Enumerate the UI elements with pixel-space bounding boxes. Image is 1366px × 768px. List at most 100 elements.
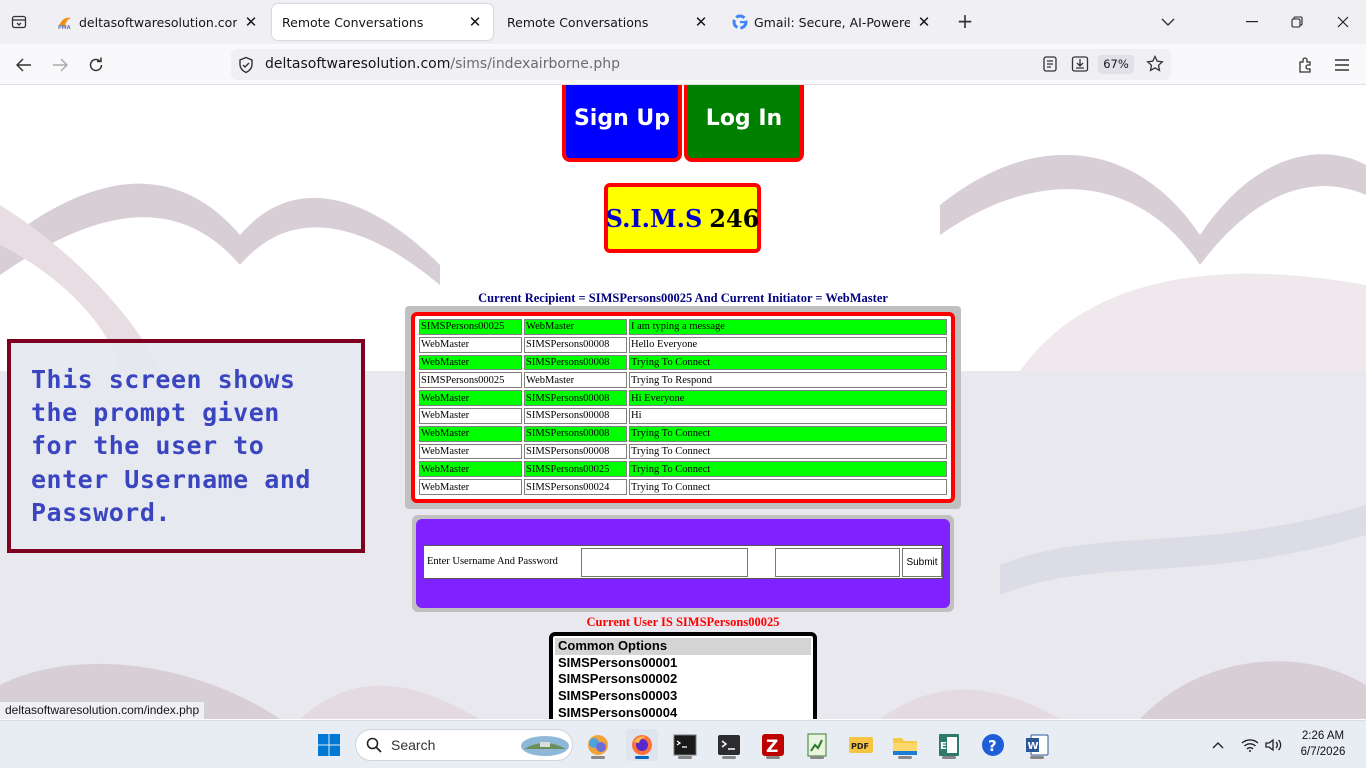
address-bar[interactable]: deltasoftwaresolution.com/sims/indexairb… [231,49,1171,80]
new-tab-plus-icon[interactable]: + [953,10,977,34]
message-row: SIMSPersons00025 WebMaster I am typing a m… [419,319,947,335]
close-icon[interactable]: ✕ [467,14,483,30]
message-text-cell: Trying To Connect [629,425,947,442]
message-row: WebMaster SIMSPersons00024 Trying To Conne… [419,479,947,495]
svg-text:W: W [1028,741,1039,752]
sign-up-button[interactable]: Sign Up [562,85,682,162]
option-item[interactable]: SIMSPersons00002 [555,671,811,688]
running-indicator [1030,756,1044,759]
option-item[interactable]: SIMSPersons00003 [555,688,811,705]
spreadsheet-app-icon[interactable] [801,729,833,761]
file-explorer-icon[interactable] [889,729,921,761]
tab-remote-conversations-active[interactable]: Remote Conversations ✕ [272,4,493,40]
message-to-cell: SIMSPersons00008 [524,407,627,424]
url-text[interactable]: deltasoftwaresolution.com/sims/indexairb… [265,56,620,72]
reload-icon[interactable] [83,52,109,78]
options-listbox[interactable]: Common Options SIMSPersons00001 SIMSPerson… [549,632,817,719]
current-recipient-line: Current Recipient = SIMSPersons00025 And… [478,291,888,305]
tab-gmail[interactable]: Gmail: Secure, AI-Powered Emai ✕ [722,4,942,40]
pdf-app-icon[interactable]: PDF [845,729,877,761]
chevron-up-icon[interactable] [1209,735,1227,755]
browser-nav-bar: deltasoftwaresolution.com/sims/indexairb… [0,44,1366,85]
message-to-cell: SIMSPersons00008 [524,443,627,460]
messages-panel: SIMSPersons00025 WebMaster I am typing a m… [411,312,955,503]
option-item-selected[interactable]: Common Options [555,638,811,655]
help-icon[interactable]: ? [977,729,1009,761]
minimize-icon[interactable] [1237,8,1267,36]
taskbar-search[interactable]: Search [355,729,573,761]
message-to-cell: WebMaster [524,372,627,389]
tab-phpmyadmin[interactable]: PMA deltasoftwaresolution.com / loc ✕ [47,4,269,40]
close-icon[interactable]: ✕ [243,14,259,30]
password-input[interactable] [775,548,900,577]
sims-name: S.I.M.S [605,203,703,233]
forward-arrow-icon[interactable] [47,52,73,78]
bookmark-star-icon[interactable] [1146,54,1164,77]
search-icon [366,737,382,757]
firefox-icon[interactable] [626,729,658,761]
download-page-icon[interactable] [1071,55,1089,77]
window-close-icon[interactable] [1328,8,1358,36]
site-shield-icon[interactable] [237,56,255,78]
message-text-cell: Hi [629,407,947,424]
back-arrow-icon[interactable] [11,52,37,78]
message-to-cell: SIMSPersons00008 [524,336,627,353]
system-clock[interactable]: 2:26 AM 6/7/2026 [1290,728,1356,760]
message-from-cell: SIMSPersons00025 [419,372,522,389]
tab-title: deltasoftwaresolution.com / loc [79,14,237,30]
tab-list-icon[interactable] [8,11,30,33]
option-item[interactable]: SIMSPersons00004 [555,705,811,719]
login-panel: Enter Username And Password Submit [416,519,950,608]
svg-text:Z: Z [766,737,778,757]
message-to-cell: WebMaster [524,319,627,335]
message-from-cell: WebMaster [419,390,522,406]
volume-icon[interactable] [1265,735,1283,755]
message-row: WebMaster SIMSPersons00008 Trying To Conne… [419,443,947,460]
chevron-down-icon[interactable] [1153,8,1183,36]
message-from-cell: WebMaster [419,425,522,442]
message-from-cell: WebMaster [419,407,522,424]
url-host: deltasoftwaresolution.com [265,56,451,72]
message-text-cell: Trying To Connect [629,354,947,371]
phpmyadmin-icon: PMA [57,14,73,31]
reader-view-icon[interactable] [1043,56,1057,76]
running-indicator [766,756,780,759]
weather-widget-icon[interactable] [582,729,614,761]
message-row: WebMaster SIMSPersons00025 Trying To Conne… [419,461,947,478]
username-input[interactable] [581,548,748,577]
tab-remote-conversations[interactable]: Remote Conversations ✕ [497,4,719,40]
log-in-button[interactable]: Log In [684,85,804,162]
messages-table: SIMSPersons00025 WebMaster I am typing a m… [417,317,949,497]
windows-start-icon[interactable] [313,729,345,761]
terminal-icon[interactable] [713,729,745,761]
messages-frame: SIMSPersons00025 WebMaster I am typing a m… [405,306,961,509]
filezilla-icon[interactable]: Z [757,729,789,761]
command-prompt-icon[interactable] [669,729,701,761]
running-indicator [898,756,912,759]
wifi-icon[interactable] [1241,735,1259,755]
close-icon[interactable]: ✕ [693,14,709,30]
restore-icon[interactable] [1282,8,1312,36]
running-indicator [722,756,736,759]
document-app-icon[interactable]: E [933,729,965,761]
message-text-cell: Trying To Connect [629,461,947,478]
hamburger-menu-icon[interactable] [1329,52,1355,78]
message-from-cell: WebMaster [419,443,522,460]
message-row: SIMSPersons00025 WebMaster Trying To Respo… [419,372,947,389]
option-item[interactable]: SIMSPersons00001 [555,655,811,672]
message-from-cell: SIMSPersons00025 [419,319,522,335]
zoom-level-badge[interactable]: 67% [1098,55,1134,74]
close-icon[interactable]: ✕ [916,14,932,30]
message-from-cell: WebMaster [419,479,522,495]
status-bar-link: deltasoftwaresolution.com/index.php [0,701,206,719]
search-highlight-image-icon [520,733,570,761]
message-to-cell: SIMSPersons00025 [524,461,627,478]
options-list: Common Options SIMSPersons00001 SIMSPerson… [555,638,811,719]
submit-button[interactable]: Submit [902,548,942,577]
svg-text:PMA: PMA [58,25,71,30]
url-path: /sims/indexairborne.php [450,56,620,72]
running-indicator [591,756,605,759]
word-icon[interactable]: W [1021,729,1053,761]
extensions-icon[interactable] [1293,52,1319,78]
login-form: Enter Username And Password Submit [423,545,943,579]
